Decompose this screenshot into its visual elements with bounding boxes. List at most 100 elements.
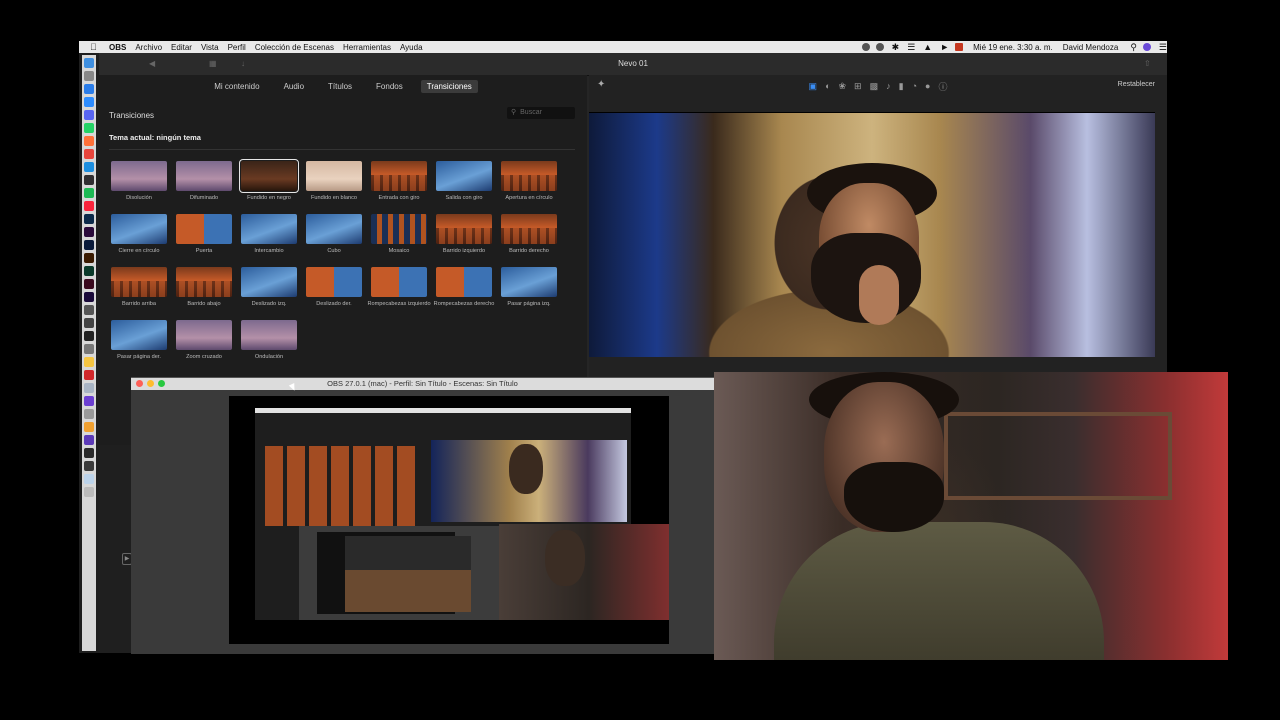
transition-thumbnail[interactable] <box>176 267 232 297</box>
tab-transiciones[interactable]: Transiciones <box>420 79 478 93</box>
transition-thumbnail[interactable] <box>111 267 167 297</box>
photos-icon[interactable] <box>84 422 94 432</box>
transition-item[interactable]: Intercambio <box>237 214 301 265</box>
transition-thumbnail[interactable] <box>306 267 362 297</box>
launchpad-icon[interactable] <box>84 71 94 81</box>
illustrator-icon[interactable] <box>84 253 94 263</box>
folder-icon[interactable] <box>84 448 94 458</box>
after-effects-icon[interactable] <box>84 292 94 302</box>
transition-item[interactable]: Barrido izquierdo <box>432 214 496 265</box>
downloads-folder-icon[interactable] <box>84 461 94 471</box>
terminal-icon[interactable] <box>84 331 94 341</box>
transition-item[interactable]: Ondulación <box>237 320 301 371</box>
search-input[interactable]: ⚲ Buscar <box>507 107 575 119</box>
menu-coleccion-escenas[interactable]: Colección de Escenas <box>255 43 334 52</box>
shield-icon[interactable] <box>875 43 884 51</box>
menu-editar[interactable]: Editar <box>171 43 192 52</box>
transition-thumbnail[interactable] <box>241 214 297 244</box>
transition-thumbnail[interactable] <box>436 267 492 297</box>
transition-item[interactable]: Deslizado izq. <box>237 267 301 318</box>
calculator-icon[interactable] <box>84 318 94 328</box>
equalizer-icon[interactable]: ▮ <box>899 81 904 92</box>
bluetooth-icon[interactable]: ✱ <box>892 42 900 53</box>
menu-perfil[interactable]: Perfil <box>228 43 246 52</box>
transition-item[interactable]: Puerta <box>172 214 236 265</box>
tab-fondos[interactable]: Fondos <box>370 80 409 93</box>
transition-item[interactable]: Mosaico <box>367 214 431 265</box>
menu-vista[interactable]: Vista <box>201 43 219 52</box>
tab-titulos[interactable]: Títulos <box>322 80 358 93</box>
transition-thumbnail[interactable] <box>111 214 167 244</box>
transition-item[interactable]: Apertura en círculo <box>497 161 561 212</box>
transition-thumbnail[interactable] <box>501 214 557 244</box>
reset-button[interactable]: Restablecer <box>1118 81 1155 88</box>
preview-icon[interactable] <box>84 383 94 393</box>
transition-item[interactable]: Fundido en negro <box>237 159 301 212</box>
info-icon[interactable]: ⓘ <box>938 80 947 93</box>
obs-status-icon[interactable] <box>861 43 870 51</box>
acrobat-icon[interactable] <box>84 370 94 380</box>
transition-thumbnail[interactable] <box>306 214 362 244</box>
stabilization-icon[interactable]: ▩ <box>870 81 879 92</box>
transition-item[interactable]: Pasar página der. <box>107 320 171 371</box>
imovie-icon[interactable] <box>84 396 94 406</box>
transition-thumbnail[interactable] <box>501 161 557 191</box>
imovie-star-icon[interactable] <box>84 435 94 445</box>
transition-thumbnail[interactable] <box>436 161 492 191</box>
menu-app-name[interactable]: OBS <box>109 43 126 52</box>
transition-thumbnail[interactable] <box>176 161 232 191</box>
transition-thumbnail[interactable] <box>176 320 232 350</box>
discord-icon[interactable] <box>84 110 94 120</box>
finder-window-icon[interactable] <box>84 474 94 484</box>
transition-thumbnail[interactable] <box>111 161 167 191</box>
crop-frame-icon[interactable]: ▣ <box>809 81 818 92</box>
tab-audio[interactable]: Audio <box>278 80 310 93</box>
volume-icon[interactable]: ► <box>940 42 949 52</box>
text-editor-icon[interactable] <box>84 344 94 354</box>
color-correction-icon[interactable]: ❀ <box>839 81 847 92</box>
notification-center-icon[interactable]: ☰ <box>1159 42 1167 53</box>
airplay-icon[interactable]: ▲ <box>923 42 932 52</box>
menu-herramientas[interactable]: Herramientas <box>343 43 391 52</box>
transition-thumbnail[interactable] <box>371 161 427 191</box>
tab-mi-contenido[interactable]: Mi contenido <box>208 80 265 93</box>
chrome-icon[interactable] <box>84 149 94 159</box>
transition-item[interactable]: Entrada con giro <box>367 161 431 212</box>
transition-thumbnail[interactable] <box>436 214 492 244</box>
transition-item[interactable]: Disolución <box>107 161 171 212</box>
transition-thumbnail[interactable] <box>239 159 299 193</box>
transition-thumbnail[interactable] <box>501 267 557 297</box>
lightroom-icon[interactable] <box>84 214 94 224</box>
transition-thumbnail[interactable] <box>371 214 427 244</box>
finder-icon[interactable] <box>84 58 94 68</box>
transition-item[interactable]: Cubo <box>302 214 366 265</box>
transition-thumbnail[interactable] <box>371 267 427 297</box>
volume-icon[interactable]: ♪ <box>886 81 891 91</box>
whatsapp-icon[interactable] <box>84 123 94 133</box>
transition-item[interactable]: Difuminado <box>172 161 236 212</box>
transition-item[interactable]: Barrido derecho <box>497 214 561 265</box>
audition-icon[interactable] <box>84 266 94 276</box>
utility-icon[interactable] <box>84 305 94 315</box>
photoshop-icon[interactable] <box>84 240 94 250</box>
music-icon[interactable] <box>84 201 94 211</box>
appstore-icon[interactable] <box>84 84 94 94</box>
obs-preview-canvas[interactable] <box>229 396 669 644</box>
zoom-app-icon[interactable] <box>84 97 94 107</box>
transition-item[interactable]: Cierre en círculo <box>107 214 171 265</box>
siri-icon[interactable] <box>1142 43 1151 51</box>
apple-icon[interactable]:  <box>90 42 100 52</box>
premiere-icon[interactable] <box>84 227 94 237</box>
menubar-user[interactable]: David Mendoza <box>1063 43 1119 52</box>
menu-archivo[interactable]: Archivo <box>135 43 162 52</box>
filter-icon[interactable]: ● <box>925 81 930 91</box>
indesign-icon[interactable] <box>84 279 94 289</box>
notes-icon[interactable] <box>84 357 94 367</box>
share-icon[interactable]: ⇧ <box>1144 59 1151 68</box>
transition-thumbnail[interactable] <box>241 267 297 297</box>
transition-thumbnail[interactable] <box>176 214 232 244</box>
trash-icon[interactable] <box>84 487 94 497</box>
transition-item[interactable]: Salida con giro <box>432 161 496 212</box>
transition-item[interactable]: Pasar página izq. <box>497 267 561 318</box>
speed-icon[interactable]: ◔ <box>912 81 917 91</box>
